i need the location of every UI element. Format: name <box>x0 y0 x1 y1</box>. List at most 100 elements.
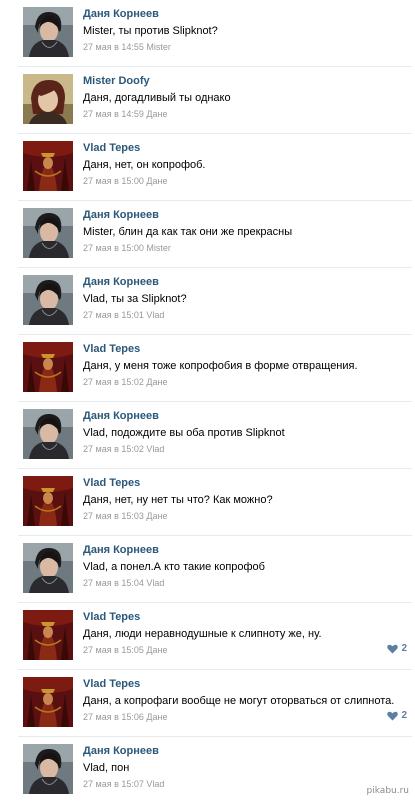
avatar-vlad-image <box>23 677 73 727</box>
comment-reply-to-link[interactable]: Vlad <box>146 310 164 320</box>
comment-item: Vlad Tepes Даня, люди неравнодушные к сли… <box>0 603 415 670</box>
comment-text: Даня, догадливый ты однако <box>83 92 231 104</box>
avatar[interactable] <box>23 744 73 794</box>
avatar-vlad-image <box>23 610 73 660</box>
comment-author-link[interactable]: Даня Корнеев <box>83 209 159 221</box>
heart-icon <box>387 711 399 720</box>
avatar-danya-image <box>23 275 73 325</box>
comment-item: Даня Корнеев Vlad, подождите вы оба проти… <box>0 402 415 469</box>
comment-meta: 27 мая в 15:05 Дане <box>83 645 167 655</box>
avatar-danya-image <box>23 744 73 794</box>
comment-author-link[interactable]: Vlad Tepes <box>83 611 140 623</box>
comment-date-link[interactable]: 27 мая в 15:05 <box>83 645 144 655</box>
avatar[interactable] <box>23 74 73 124</box>
comment-reply-to-link[interactable]: Vlad <box>146 779 164 789</box>
comment-meta: 27 мая в 15:01 Vlad <box>83 310 164 320</box>
avatar[interactable] <box>23 543 73 593</box>
avatar-vlad-image <box>23 141 73 191</box>
comment-reply-to-link[interactable]: Дане <box>146 511 167 521</box>
comment-reply-to-link[interactable]: Дане <box>146 109 167 119</box>
avatar-danya-image <box>23 7 73 57</box>
comment-meta: 27 мая в 15:06 Дане <box>83 712 167 722</box>
comment-text: Даня, нет, ну нет ты что? Как можно? <box>83 494 273 506</box>
comment-text: Даня, нет, он копрофоб. <box>83 159 206 171</box>
avatar[interactable] <box>23 610 73 660</box>
comment-item: Vlad Tepes Даня, нет, ну нет ты что? Как … <box>0 469 415 536</box>
comment-date-link[interactable]: 27 мая в 15:03 <box>83 511 144 521</box>
comment-reply-to-link[interactable]: Vlad <box>146 578 164 588</box>
comment-text: Vlad, а понел.А кто такие копрофоб <box>83 561 265 573</box>
comment-item: Vlad Tepes Даня, а копрофаги вообще не мо… <box>0 670 415 737</box>
comment-author-link[interactable]: Даня Корнеев <box>83 410 159 422</box>
comment-reply-to-link[interactable]: Vlad <box>146 444 164 454</box>
comment-item: Vlad Tepes Даня, у меня тоже копрофобия в… <box>0 335 415 402</box>
comment-date-link[interactable]: 27 мая в 15:06 <box>83 712 144 722</box>
avatar[interactable] <box>23 677 73 727</box>
comment-item: Даня Корнеев Mister, ты против Slipknot? 2… <box>0 0 415 67</box>
avatar[interactable] <box>23 409 73 459</box>
comment-meta: 27 мая в 14:59 Дане <box>83 109 167 119</box>
comment-date-link[interactable]: 27 мая в 14:55 <box>83 42 144 52</box>
comment-reply-to-link[interactable]: Дане <box>146 712 167 722</box>
avatar-danya-image <box>23 543 73 593</box>
comment-text: Vlad, ты за Slipknot? <box>83 293 187 305</box>
comment-meta: 27 мая в 14:55 Mister <box>83 42 171 52</box>
comment-author-link[interactable]: Даня Корнеев <box>83 276 159 288</box>
comment-item: Даня Корнеев Vlad, ты за Slipknot? 27 мая … <box>0 268 415 335</box>
comment-meta: 27 мая в 15:04 Vlad <box>83 578 164 588</box>
comment-meta: 27 мая в 15:02 Vlad <box>83 444 164 454</box>
comment-meta: 27 мая в 15:00 Дане <box>83 176 167 186</box>
comment-author-link[interactable]: Mister Doofy <box>83 75 150 87</box>
avatar-danya-image <box>23 208 73 258</box>
comment-author-link[interactable]: Vlad Tepes <box>83 142 140 154</box>
avatar-mister-image <box>23 74 73 124</box>
comment-author-link[interactable]: Vlad Tepes <box>83 678 140 690</box>
avatar[interactable] <box>23 7 73 57</box>
comment-meta: 27 мая в 15:00 Mister <box>83 243 171 253</box>
comment-reply-to-link[interactable]: Дане <box>146 176 167 186</box>
avatar[interactable] <box>23 141 73 191</box>
comment-author-link[interactable]: Даня Корнеев <box>83 544 159 556</box>
heart-icon <box>387 644 399 653</box>
comment-author-link[interactable]: Vlad Tepes <box>83 477 140 489</box>
comment-meta: 27 мая в 15:03 Дане <box>83 511 167 521</box>
comment-item: Даня Корнеев Mister, блин да как так они … <box>0 201 415 268</box>
comment-text: Даня, люди неравнодушные к слипноту же, … <box>83 628 322 640</box>
comment-date-link[interactable]: 27 мая в 15:00 <box>83 243 144 253</box>
avatar[interactable] <box>23 275 73 325</box>
comment-text: Vlad, подождите вы оба против Slipknot <box>83 427 285 439</box>
comment-reply-to-link[interactable]: Дане <box>146 377 167 387</box>
comment-author-link[interactable]: Vlad Tepes <box>83 343 140 355</box>
comment-reply-to-link[interactable]: Mister <box>146 42 171 52</box>
avatar[interactable] <box>23 208 73 258</box>
like-button[interactable]: 2 <box>387 643 407 654</box>
avatar[interactable] <box>23 476 73 526</box>
comment-item: Даня Корнеев Vlad, а понел.А кто такие ко… <box>0 536 415 603</box>
watermark: pikabu.ru <box>366 786 409 796</box>
like-count: 2 <box>401 710 407 721</box>
like-count: 2 <box>401 643 407 654</box>
avatar-danya-image <box>23 409 73 459</box>
avatar-vlad-image <box>23 342 73 392</box>
avatar[interactable] <box>23 342 73 392</box>
comment-date-link[interactable]: 27 мая в 14:59 <box>83 109 144 119</box>
comment-date-link[interactable]: 27 мая в 15:04 <box>83 578 144 588</box>
comment-date-link[interactable]: 27 мая в 15:01 <box>83 310 144 320</box>
comment-author-link[interactable]: Даня Корнеев <box>83 8 159 20</box>
comment-meta: 27 мая в 15:07 Vlad <box>83 779 164 789</box>
comment-date-link[interactable]: 27 мая в 15:00 <box>83 176 144 186</box>
comment-date-link[interactable]: 27 мая в 15:02 <box>83 377 144 387</box>
comment-item: Даня Корнеев Vlad, пон 27 мая в 15:07 Vlad <box>0 737 415 804</box>
comment-date-link[interactable]: 27 мая в 15:02 <box>83 444 144 454</box>
comment-author-link[interactable]: Даня Корнеев <box>83 745 159 757</box>
avatar-vlad-image <box>23 476 73 526</box>
comment-text: Mister, блин да как так они же прекрасны <box>83 226 293 238</box>
comment-meta: 27 мая в 15:02 Дане <box>83 377 167 387</box>
comment-item: Mister Doofy Даня, догадливый ты однако 27… <box>0 67 415 134</box>
like-button[interactable]: 2 <box>387 710 407 721</box>
comment-date-link[interactable]: 27 мая в 15:07 <box>83 779 144 789</box>
comment-reply-to-link[interactable]: Дане <box>146 645 167 655</box>
comment-item: Vlad Tepes Даня, нет, он копрофоб. 27 мая … <box>0 134 415 201</box>
comment-text: Даня, а копрофаги вообще не могут оторва… <box>83 695 395 707</box>
comment-reply-to-link[interactable]: Mister <box>146 243 171 253</box>
